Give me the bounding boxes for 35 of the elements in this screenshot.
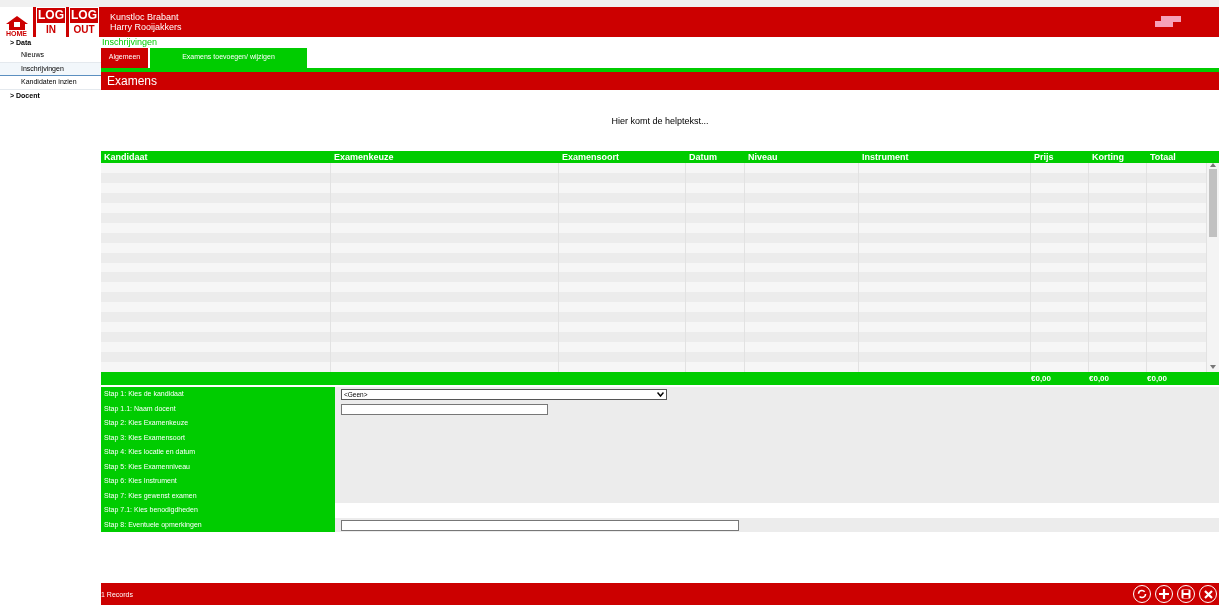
close-button[interactable] [1199, 585, 1217, 603]
breadcrumb: Inschrijvingen [101, 37, 159, 48]
refresh-button[interactable] [1133, 585, 1151, 603]
close-icon [1203, 589, 1213, 599]
column-header: Examensoort [561, 151, 621, 163]
column-header: Korting [1091, 151, 1125, 163]
logo-icon [1153, 16, 1183, 28]
add-button[interactable] [1155, 585, 1173, 603]
organisation-name: Kunstloc Brabant [110, 12, 180, 22]
column-header: Datum [688, 151, 718, 163]
help-text: Hier komt de helptekst... [611, 115, 709, 126]
column-header: Totaal [1149, 151, 1177, 163]
total-amount: €0,00 [1031, 374, 1052, 383]
refresh-icon [1137, 589, 1147, 599]
scrollbar-thumb[interactable] [1209, 169, 1217, 237]
save-icon [1181, 589, 1191, 599]
column-header: Kandidaat [103, 151, 149, 163]
scrollbar[interactable] [1207, 163, 1219, 372]
column-header: Niveau [747, 151, 779, 163]
house-icon [5, 16, 28, 30]
total-amount: €0,00 [1089, 374, 1110, 383]
column-header: Instrument [861, 151, 910, 163]
plus-icon [1159, 589, 1169, 599]
column-header: Examenkeuze [333, 151, 395, 163]
section-title: Examens [101, 72, 1219, 90]
scroll-down-icon[interactable] [1210, 365, 1216, 369]
input-field[interactable] [341, 403, 548, 415]
total-amount: €0,00 [1147, 374, 1168, 383]
chevron-down-icon [657, 392, 664, 397]
user-name: Harry Rooijakkers [110, 22, 183, 32]
input-field[interactable] [341, 519, 739, 531]
column-header: Prijs [1033, 151, 1055, 163]
log-button[interactable]: LOG OUT [69, 7, 99, 37]
save-button[interactable] [1177, 585, 1195, 603]
log-button[interactable]: LOG IN [36, 7, 66, 37]
